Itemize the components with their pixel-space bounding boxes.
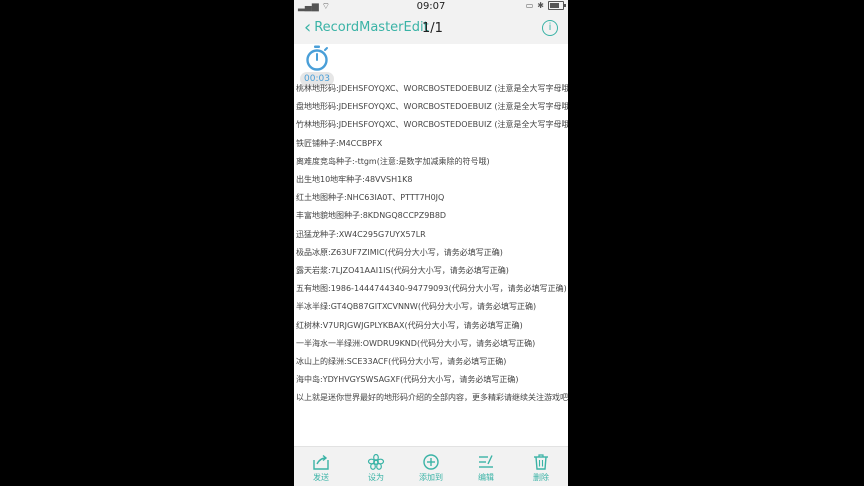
page-counter: 1/1 xyxy=(422,21,443,36)
content-line: 五有地图:1986-1444744340-94779093(代码分大小写，请务必… xyxy=(296,284,567,294)
bluetooth-icon: ✱ xyxy=(537,1,544,10)
flower-icon xyxy=(367,454,385,470)
send-button[interactable]: 发送 xyxy=(301,447,341,486)
content-line: 海中岛:YDYHVGYSWSAGXF(代码分大小写，请务必填写正确) xyxy=(296,375,519,385)
back-label: RecordMasterEdit xyxy=(314,20,429,35)
status-bar: ▂▄▆ ⌔ 09:07 ▭ ✱ xyxy=(294,0,568,14)
share-icon xyxy=(313,454,329,470)
content-line: 红树林:V7URJGWJGPLYKBAX(代码分大小写，请务必填写正确) xyxy=(296,320,523,330)
status-right-icons: ▭ ✱ xyxy=(525,1,566,10)
edit-button[interactable]: 编辑 xyxy=(466,447,506,486)
back-button[interactable]: ‹ RecordMasterEdit xyxy=(304,16,429,38)
content-line: 离难度竞岛种子:-ttgm(注意:是数字加减乘除的符号哦) xyxy=(296,156,490,166)
send-label: 发送 xyxy=(313,473,329,482)
set-as-label: 设为 xyxy=(368,473,384,482)
edit-icon xyxy=(479,455,493,468)
delete-button[interactable]: 删除 xyxy=(521,447,561,486)
content-line: 以上就是迷你世界最好的地形码介绍的全部内容，更多精彩请继续关注游戏吧。 xyxy=(296,393,568,403)
content-line: 桃林地形码:JDEHSFOYQXC、WORCBOSTEDOEBUIZ (注意是全… xyxy=(296,84,568,94)
phone-screen: ▂▄▆ ⌔ 09:07 ▭ ✱ ‹ RecordMasterEdit 1/1 i… xyxy=(294,0,568,486)
info-icon[interactable]: i xyxy=(542,20,558,36)
add-to-button[interactable]: 添加到 xyxy=(411,447,451,486)
content-line: 丰富地貌地图种子:8KDNGQ8CCPZ9B8D xyxy=(296,211,447,221)
trash-icon xyxy=(534,454,548,470)
content-line: 竹林地形码:JDEHSFOYQXC、WORCBOSTEDOEBUIZ (注意是全… xyxy=(296,120,568,130)
content-line: 盘地地形码:JDEHSFOYQXC、WORCBOSTEDOEBUIZ (注意是全… xyxy=(296,102,568,112)
content-line: 极品冰原:Z63UF7ZIMIC(代码分大小写，请务必填写正确) xyxy=(296,247,503,257)
note-content[interactable]: 桃林地形码:JDEHSFOYQXC、WORCBOSTEDOEBUIZ (注意是全… xyxy=(296,80,568,407)
bottom-toolbar: 发送 设为 添加到 编辑 删除 xyxy=(294,446,568,486)
battery-icon xyxy=(548,1,566,10)
content-line: 露天岩浆:7LJZO41AAI1IS(代码分大小写，请务必填写正确) xyxy=(296,265,509,275)
content-line: 铁匠铺种子:M4CCBPFX xyxy=(296,138,383,148)
nav-bar: ‹ RecordMasterEdit 1/1 i xyxy=(294,14,568,44)
stopwatch-icon[interactable] xyxy=(304,45,330,71)
delete-label: 删除 xyxy=(533,473,549,482)
edit-label: 编辑 xyxy=(478,473,494,482)
cast-icon: ▭ xyxy=(525,1,534,10)
content-line: 出生地10地牢种子:48VVSH1K8 xyxy=(296,175,413,185)
content-line: 一半海水一半绿洲:OWDRU9KND(代码分大小写，请务必填写正确) xyxy=(296,338,536,348)
content-line: 红土地图种子:NHC63IA0T、PTTT7H0JQ xyxy=(296,193,445,203)
chevron-left-icon: ‹ xyxy=(304,16,312,38)
content-line: 冰山上的绿洲:SCE33ACF(代码分大小写，请务必填写正确) xyxy=(296,356,507,366)
content-line: 半冰半绿:GT4QB87GITXCVNNW(代码分大小写，请务必填写正确) xyxy=(296,302,537,312)
content-line: 迅猛龙种子:XW4C295G7UYX57LR xyxy=(296,229,426,239)
add-to-label: 添加到 xyxy=(419,473,443,482)
set-as-button[interactable]: 设为 xyxy=(356,447,396,486)
plus-circle-icon xyxy=(423,454,439,470)
